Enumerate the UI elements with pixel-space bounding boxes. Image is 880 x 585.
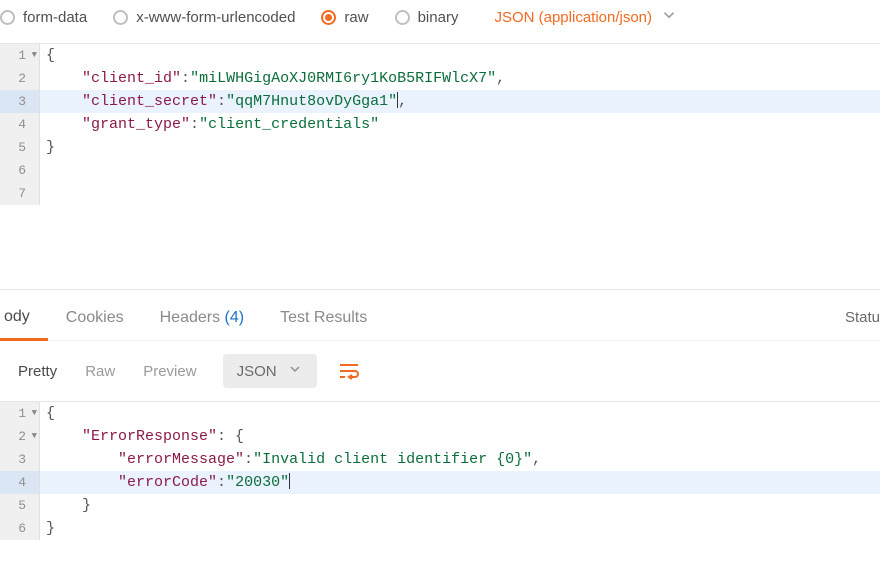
- wrap-icon: [337, 359, 361, 383]
- radio-icon: [0, 10, 15, 25]
- gutter: 6: [0, 159, 40, 182]
- code-content: [40, 159, 880, 182]
- wrap-lines-button[interactable]: [329, 353, 369, 389]
- code-content: }: [40, 494, 880, 517]
- radio-icon: [113, 10, 128, 25]
- gutter: 3: [0, 90, 40, 113]
- code-line[interactable]: 1▼{: [0, 44, 880, 67]
- radio-label: binary: [418, 9, 459, 26]
- gutter: 4: [0, 113, 40, 136]
- gutter: 1▼: [0, 402, 40, 425]
- code-content: "ErrorResponse": {: [40, 425, 880, 448]
- code-content: {: [40, 44, 880, 67]
- tab-label: ody: [4, 308, 30, 325]
- code-line[interactable]: 6}: [0, 517, 880, 540]
- code-line[interactable]: 2▼ "ErrorResponse": {: [0, 425, 880, 448]
- gutter: 2▼: [0, 425, 40, 448]
- tab-cookies[interactable]: Cookies: [48, 295, 142, 339]
- gutter: 1▼: [0, 44, 40, 67]
- tab-body[interactable]: ody: [0, 294, 48, 341]
- body-type-selector: form-data x-www-form-urlencoded raw bina…: [0, 0, 880, 43]
- response-tabs: ody Cookies Headers (4) Test Results Sta…: [0, 289, 880, 341]
- content-type-dropdown[interactable]: JSON (application/json): [494, 6, 678, 29]
- code-line[interactable]: 7: [0, 182, 880, 205]
- code-line[interactable]: 6: [0, 159, 880, 182]
- response-view-toolbar: Pretty Raw Preview JSON: [0, 341, 880, 401]
- code-content: "client_secret":"qqM7Hnut8ovDyGga1",: [40, 90, 880, 113]
- tab-label: Test Results: [280, 309, 367, 326]
- headers-count: (4): [225, 309, 245, 326]
- code-line[interactable]: 4 "grant_type":"client_credentials": [0, 113, 880, 136]
- radio-label: form-data: [23, 9, 87, 26]
- code-line[interactable]: 5}: [0, 136, 880, 159]
- gutter: 4: [0, 471, 40, 494]
- code-content: "grant_type":"client_credentials": [40, 113, 880, 136]
- code-content: "client_id":"miLWHGigAoXJ0RMI6ry1KoB5RIF…: [40, 67, 880, 90]
- code-content: {: [40, 402, 880, 425]
- code-line[interactable]: 3 "client_secret":"qqM7Hnut8ovDyGga1",: [0, 90, 880, 113]
- gutter: 3: [0, 448, 40, 471]
- tab-test-results[interactable]: Test Results: [262, 295, 385, 339]
- response-body-editor[interactable]: 1▼{2▼ "ErrorResponse": {3 "errorMessage"…: [0, 401, 880, 540]
- chevron-down-icon: [287, 361, 303, 381]
- radio-label: raw: [344, 9, 368, 26]
- gutter: 5: [0, 494, 40, 517]
- code-line[interactable]: 1▼{: [0, 402, 880, 425]
- radio-raw[interactable]: raw: [321, 9, 368, 26]
- format-dropdown[interactable]: JSON: [223, 354, 317, 388]
- code-content: [40, 182, 880, 205]
- radio-urlencoded[interactable]: x-www-form-urlencoded: [113, 9, 295, 26]
- code-content: "errorMessage":"Invalid client identifie…: [40, 448, 880, 471]
- request-body-editor[interactable]: 1▼{2 "client_id":"miLWHGigAoXJ0RMI6ry1Ko…: [0, 43, 880, 289]
- radio-form-data[interactable]: form-data: [0, 9, 87, 26]
- radio-icon: [321, 10, 336, 25]
- gutter: 7: [0, 182, 40, 205]
- code-content: }: [40, 517, 880, 540]
- response-status: Statu: [845, 309, 880, 326]
- code-line[interactable]: 3 "errorMessage":"Invalid client identif…: [0, 448, 880, 471]
- gutter: 5: [0, 136, 40, 159]
- radio-icon: [395, 10, 410, 25]
- code-line[interactable]: 2 "client_id":"miLWHGigAoXJ0RMI6ry1KoB5R…: [0, 67, 880, 90]
- code-content: "errorCode":"20030": [40, 471, 880, 494]
- tab-headers[interactable]: Headers (4): [142, 295, 263, 339]
- format-label: JSON: [237, 363, 277, 380]
- chevron-down-icon: [660, 6, 678, 29]
- code-content: }: [40, 136, 880, 159]
- gutter: 6: [0, 517, 40, 540]
- content-type-label: JSON (application/json): [494, 9, 652, 26]
- view-raw[interactable]: Raw: [71, 355, 129, 388]
- code-line[interactable]: 5 }: [0, 494, 880, 517]
- view-pretty[interactable]: Pretty: [4, 355, 71, 388]
- tab-label: Headers: [160, 309, 220, 326]
- gutter: 2: [0, 67, 40, 90]
- view-preview[interactable]: Preview: [129, 355, 210, 388]
- radio-label: x-www-form-urlencoded: [136, 9, 295, 26]
- view-mode-segment: Pretty Raw Preview: [4, 355, 211, 388]
- tab-label: Cookies: [66, 309, 124, 326]
- code-line[interactable]: 4 "errorCode":"20030": [0, 471, 880, 494]
- radio-binary[interactable]: binary: [395, 9, 459, 26]
